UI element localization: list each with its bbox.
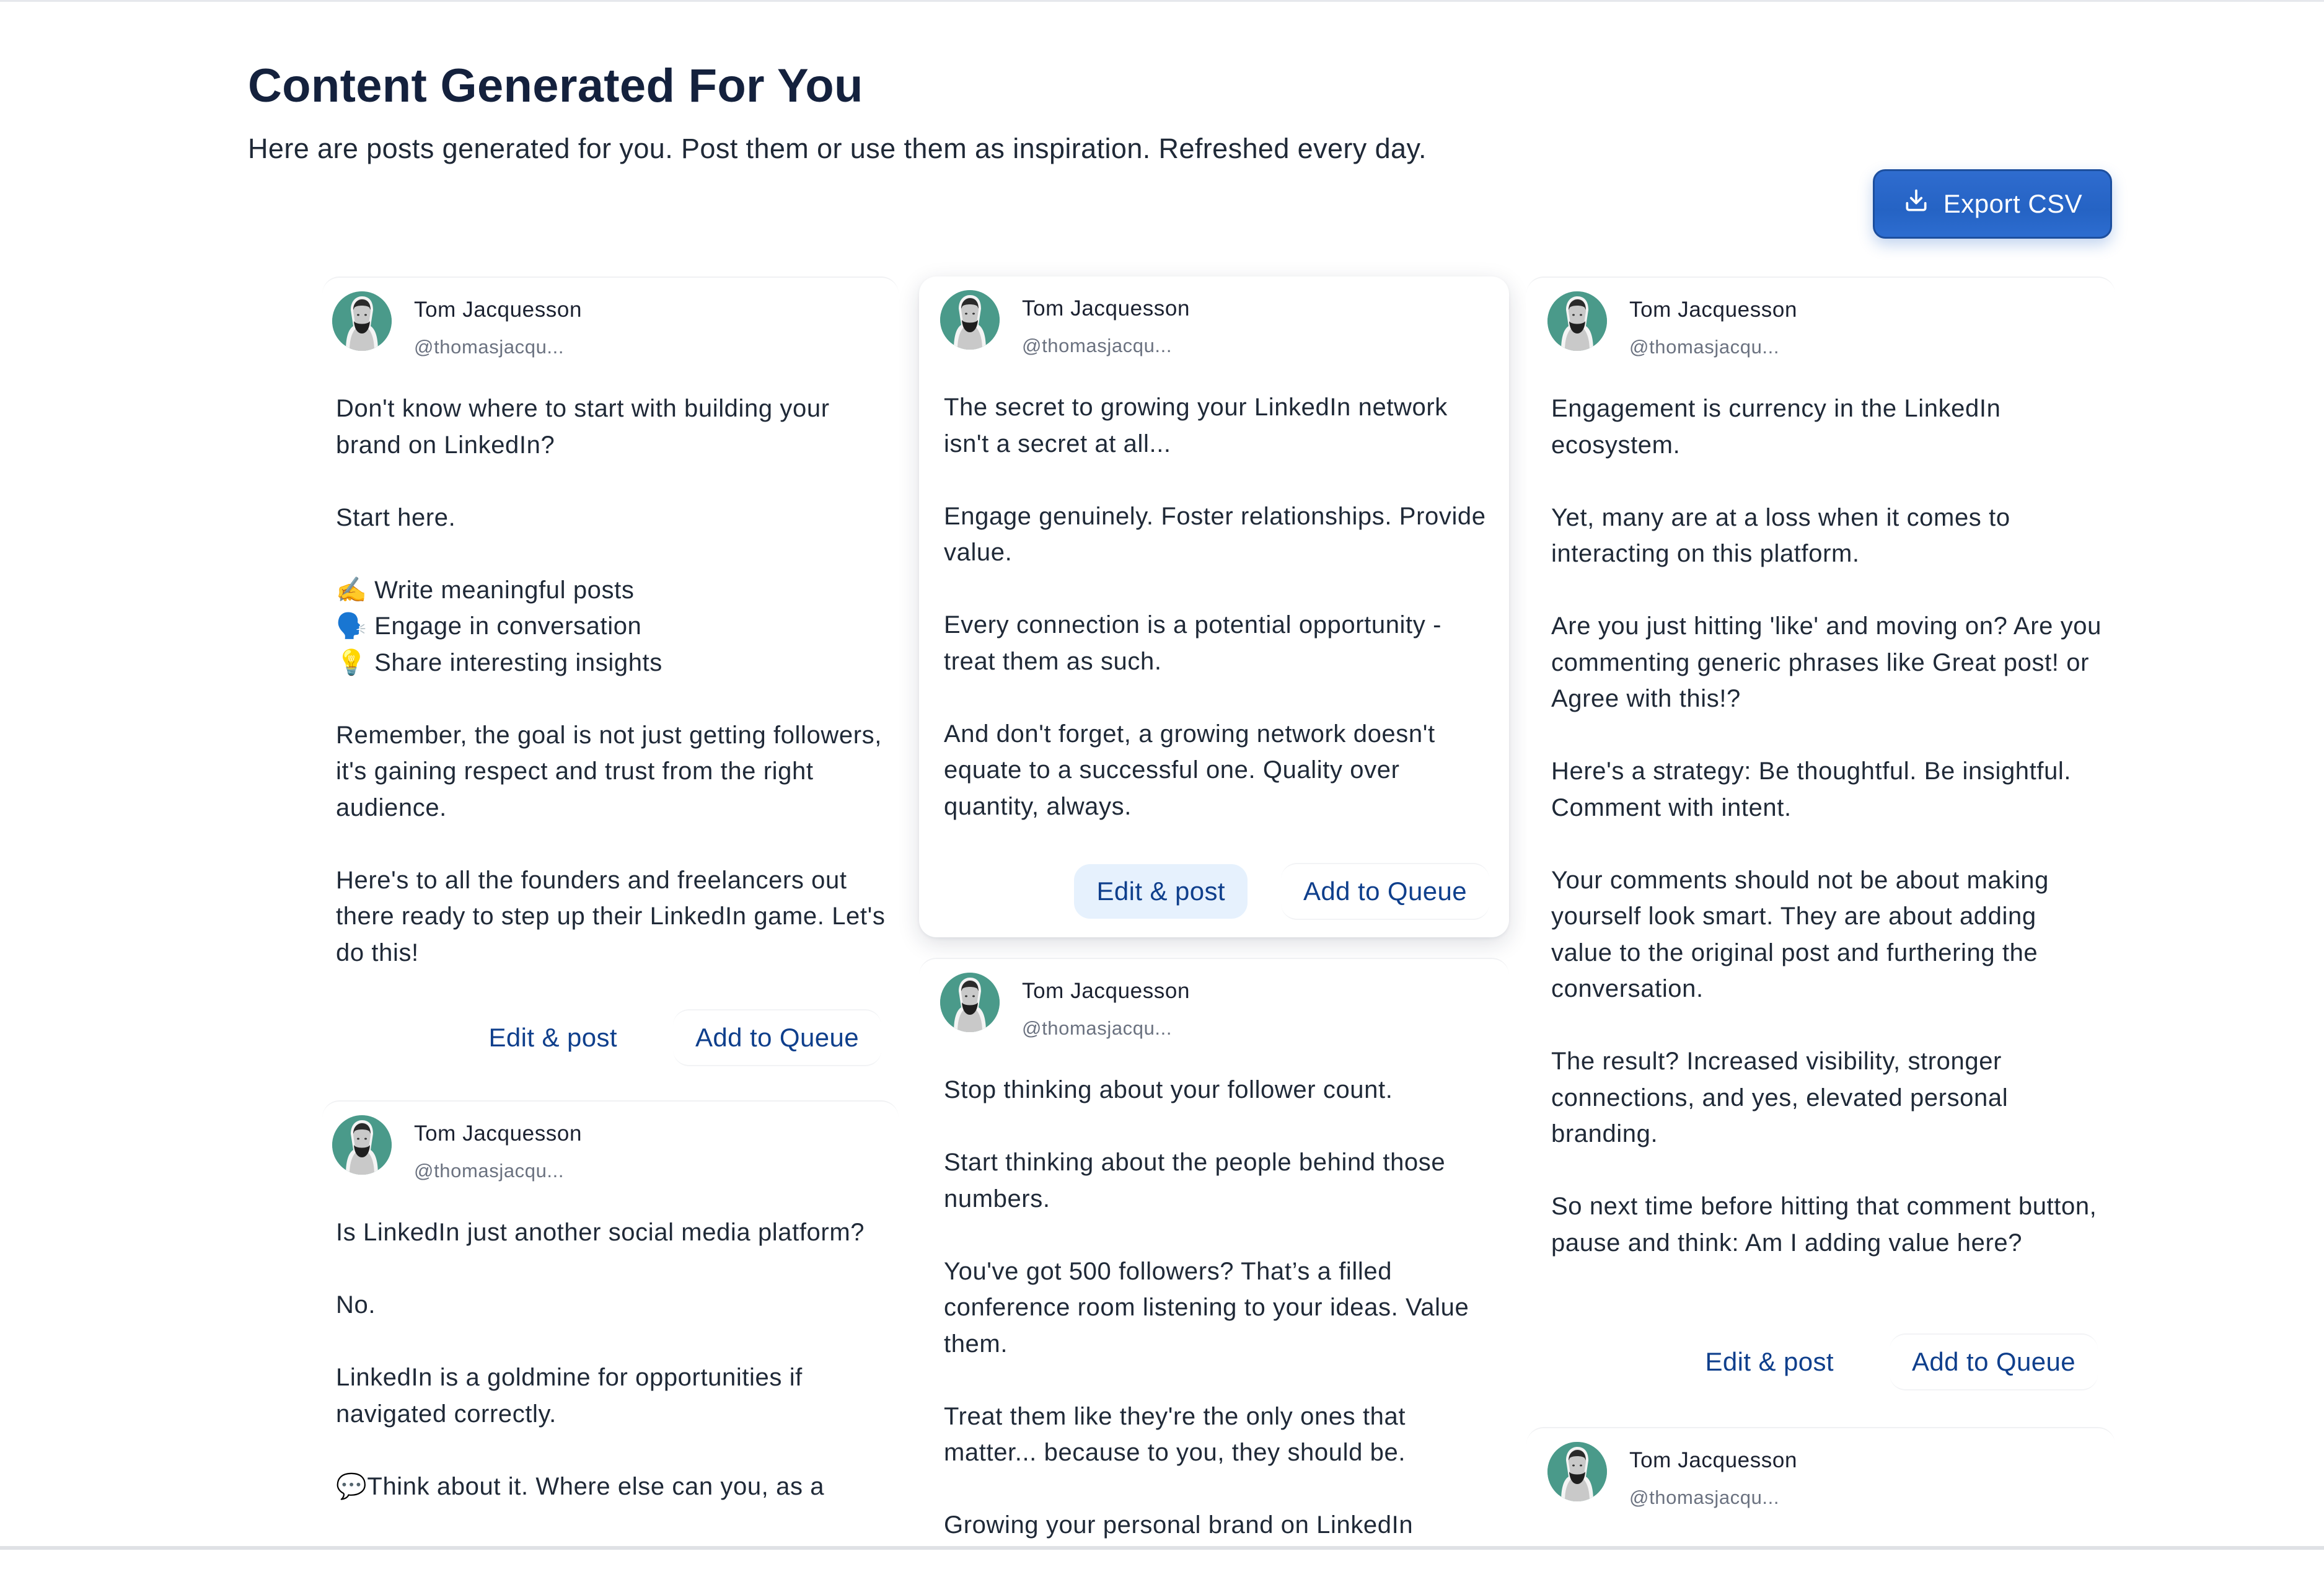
avatar bbox=[1547, 291, 1607, 351]
post-card: Tom Jacquesson @thomasjacqu... Is Linked… bbox=[322, 1100, 899, 1571]
post-header: Tom Jacquesson @thomasjacqu... bbox=[1547, 291, 1797, 358]
post-body: Engagement is currency in the LinkedIn e… bbox=[1551, 395, 2102, 1257]
post-card: Tom Jacquesson @thomasjacqu... Engagemen… bbox=[1526, 276, 2115, 1392]
edit-and-post-button[interactable]: Edit & post bbox=[1683, 1335, 1856, 1389]
post-body: Is LinkedIn just another social media pl… bbox=[336, 1219, 865, 1500]
add-to-queue-button[interactable]: Add to Queue bbox=[673, 1009, 881, 1066]
post-card: Tom Jacquesson @thomasjacqu... bbox=[1526, 1427, 2115, 1582]
download-tray-icon bbox=[1903, 187, 1930, 221]
post-card: Tom Jacquesson @thomasjacqu... Don't kno… bbox=[322, 276, 899, 1082]
author-handle: @thomasjacqu... bbox=[414, 336, 565, 358]
edit-and-post-button[interactable]: Edit & post bbox=[1074, 864, 1248, 919]
post-header: Tom Jacquesson @thomasjacqu... bbox=[940, 290, 1190, 357]
post-header: Tom Jacquesson @thomasjacqu... bbox=[332, 1115, 582, 1182]
author-name: Tom Jacquesson bbox=[1022, 979, 1191, 1003]
post-body: Stop thinking about your follower count.… bbox=[944, 1076, 1469, 1539]
add-to-queue-button[interactable]: Add to Queue bbox=[1890, 1333, 2098, 1390]
post-body: The secret to growing your LinkedIn netw… bbox=[944, 394, 1486, 820]
avatar bbox=[940, 290, 1000, 350]
post-card-hovered: Tom Jacquesson @thomasjacqu... The secre… bbox=[919, 276, 1509, 937]
author-handle: @thomasjacqu... bbox=[414, 1160, 565, 1182]
author-handle: @thomasjacqu... bbox=[1022, 1017, 1173, 1039]
post-body: Don't know where to start with building … bbox=[336, 395, 886, 966]
avatar bbox=[332, 291, 392, 351]
author-name: Tom Jacquesson bbox=[414, 1121, 583, 1146]
post-card: Tom Jacquesson @thomasjacqu... Stop thin… bbox=[919, 958, 1509, 1571]
avatar bbox=[332, 1115, 392, 1175]
author-name: Tom Jacquesson bbox=[1022, 296, 1191, 320]
avatar bbox=[940, 973, 1000, 1032]
edit-and-post-button[interactable]: Edit & post bbox=[466, 1010, 640, 1065]
author-handle: @thomasjacqu... bbox=[1022, 335, 1173, 356]
author-name: Tom Jacquesson bbox=[414, 298, 583, 322]
export-csv-label: Export CSV bbox=[1943, 189, 2083, 218]
top-divider bbox=[0, 0, 2324, 2]
export-csv-button[interactable]: Export CSV bbox=[1873, 169, 2112, 239]
author-name: Tom Jacquesson bbox=[1629, 1448, 1798, 1472]
post-header: Tom Jacquesson @thomasjacqu... bbox=[940, 973, 1190, 1040]
add-to-queue-button[interactable]: Add to Queue bbox=[1281, 863, 1489, 920]
author-name: Tom Jacquesson bbox=[1629, 298, 1798, 322]
author-handle: @thomasjacqu... bbox=[1629, 336, 1780, 358]
page-title: Content Generated For You bbox=[248, 60, 863, 112]
author-handle: @thomasjacqu... bbox=[1629, 1487, 1780, 1508]
post-header: Tom Jacquesson @thomasjacqu... bbox=[1547, 1442, 1797, 1509]
page-subtitle: Here are posts generated for you. Post t… bbox=[248, 133, 1427, 164]
bottom-divider bbox=[0, 1546, 2324, 1550]
post-header: Tom Jacquesson @thomasjacqu... bbox=[332, 291, 582, 358]
avatar bbox=[1547, 1442, 1607, 1501]
